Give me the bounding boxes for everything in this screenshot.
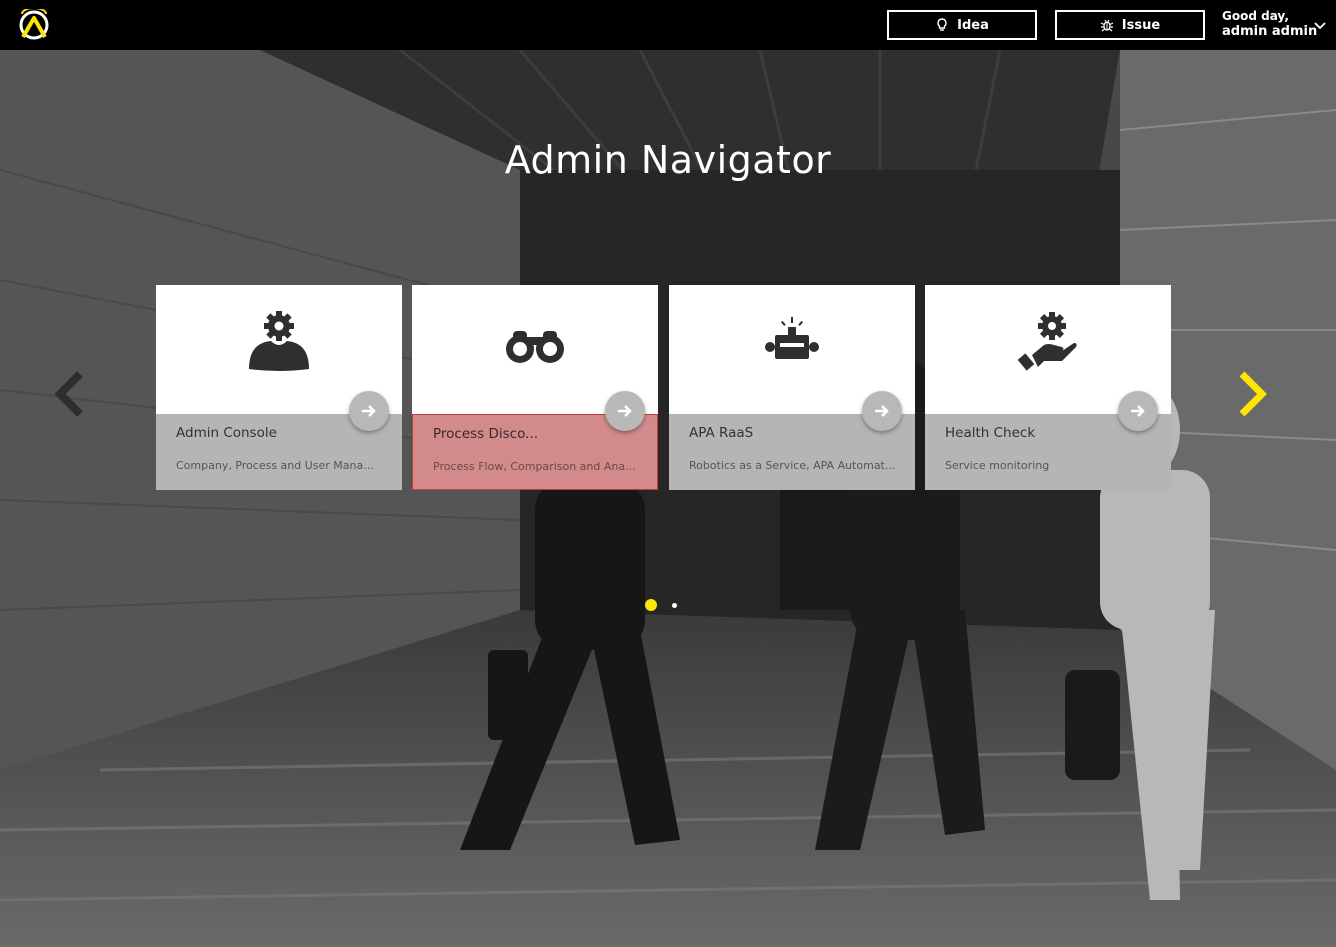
user-greeting[interactable]: Good day, admin admin: [1222, 9, 1317, 39]
card-title: APA RaaS: [689, 425, 754, 441]
open-apa-raas-button[interactable]: [862, 391, 902, 431]
carousel-dot-1[interactable]: [645, 599, 657, 611]
issue-label: Issue: [1121, 17, 1161, 33]
card-apa-raas[interactable]: APA RaaS Robotics as a Service, APA Auto…: [669, 285, 915, 490]
top-bar: Idea Issue Good day, admin admin: [0, 0, 1336, 50]
user-name: admin admin: [1222, 24, 1318, 39]
bug-icon: [1100, 19, 1114, 32]
greeting-text: Good day,: [1222, 9, 1289, 23]
card-title: Health Check: [945, 425, 1036, 441]
carousel-dot-2[interactable]: [672, 603, 677, 608]
open-process-discovery-button[interactable]: [605, 391, 645, 431]
idea-label: Idea: [957, 17, 989, 33]
idea-button[interactable]: Idea: [887, 10, 1037, 40]
chevron-down-icon[interactable]: [1313, 19, 1327, 33]
card-description: Process Flow, Comparison and Ana...: [433, 460, 636, 473]
card-description: Company, Process and User Mana...: [176, 459, 374, 472]
arrow-right-icon: [875, 405, 889, 417]
arrow-right-icon: [618, 405, 632, 417]
chevron-right-icon[interactable]: [1236, 370, 1270, 418]
robot-icon: [765, 317, 819, 359]
binoculars-icon: [506, 331, 564, 363]
card-process-discovery[interactable]: Process Disco... Process Flow, Compariso…: [412, 285, 658, 490]
background-image: [0, 50, 1336, 947]
hand-gear-icon: [1018, 312, 1077, 371]
arrow-right-icon: [362, 405, 376, 417]
card-title: Process Disco...: [433, 426, 539, 442]
open-admin-console-button[interactable]: [349, 391, 389, 431]
issue-button[interactable]: Issue: [1055, 10, 1205, 40]
card-title: Admin Console: [176, 425, 277, 441]
card-description: Robotics as a Service, APA Automat...: [689, 459, 896, 472]
open-health-check-button[interactable]: [1118, 391, 1158, 431]
lightbulb-icon: [937, 18, 947, 31]
admin-gear-person-icon: [249, 311, 309, 371]
card-admin-console[interactable]: Admin Console Company, Process and User …: [156, 285, 402, 490]
page-title: Admin Navigator: [504, 138, 832, 182]
card-health-check[interactable]: Health Check Service monitoring: [925, 285, 1171, 490]
chevron-left-icon[interactable]: [52, 370, 86, 418]
card-description: Service monitoring: [945, 459, 1050, 472]
arrow-right-icon: [1131, 405, 1145, 417]
logo-icon[interactable]: [18, 9, 50, 41]
